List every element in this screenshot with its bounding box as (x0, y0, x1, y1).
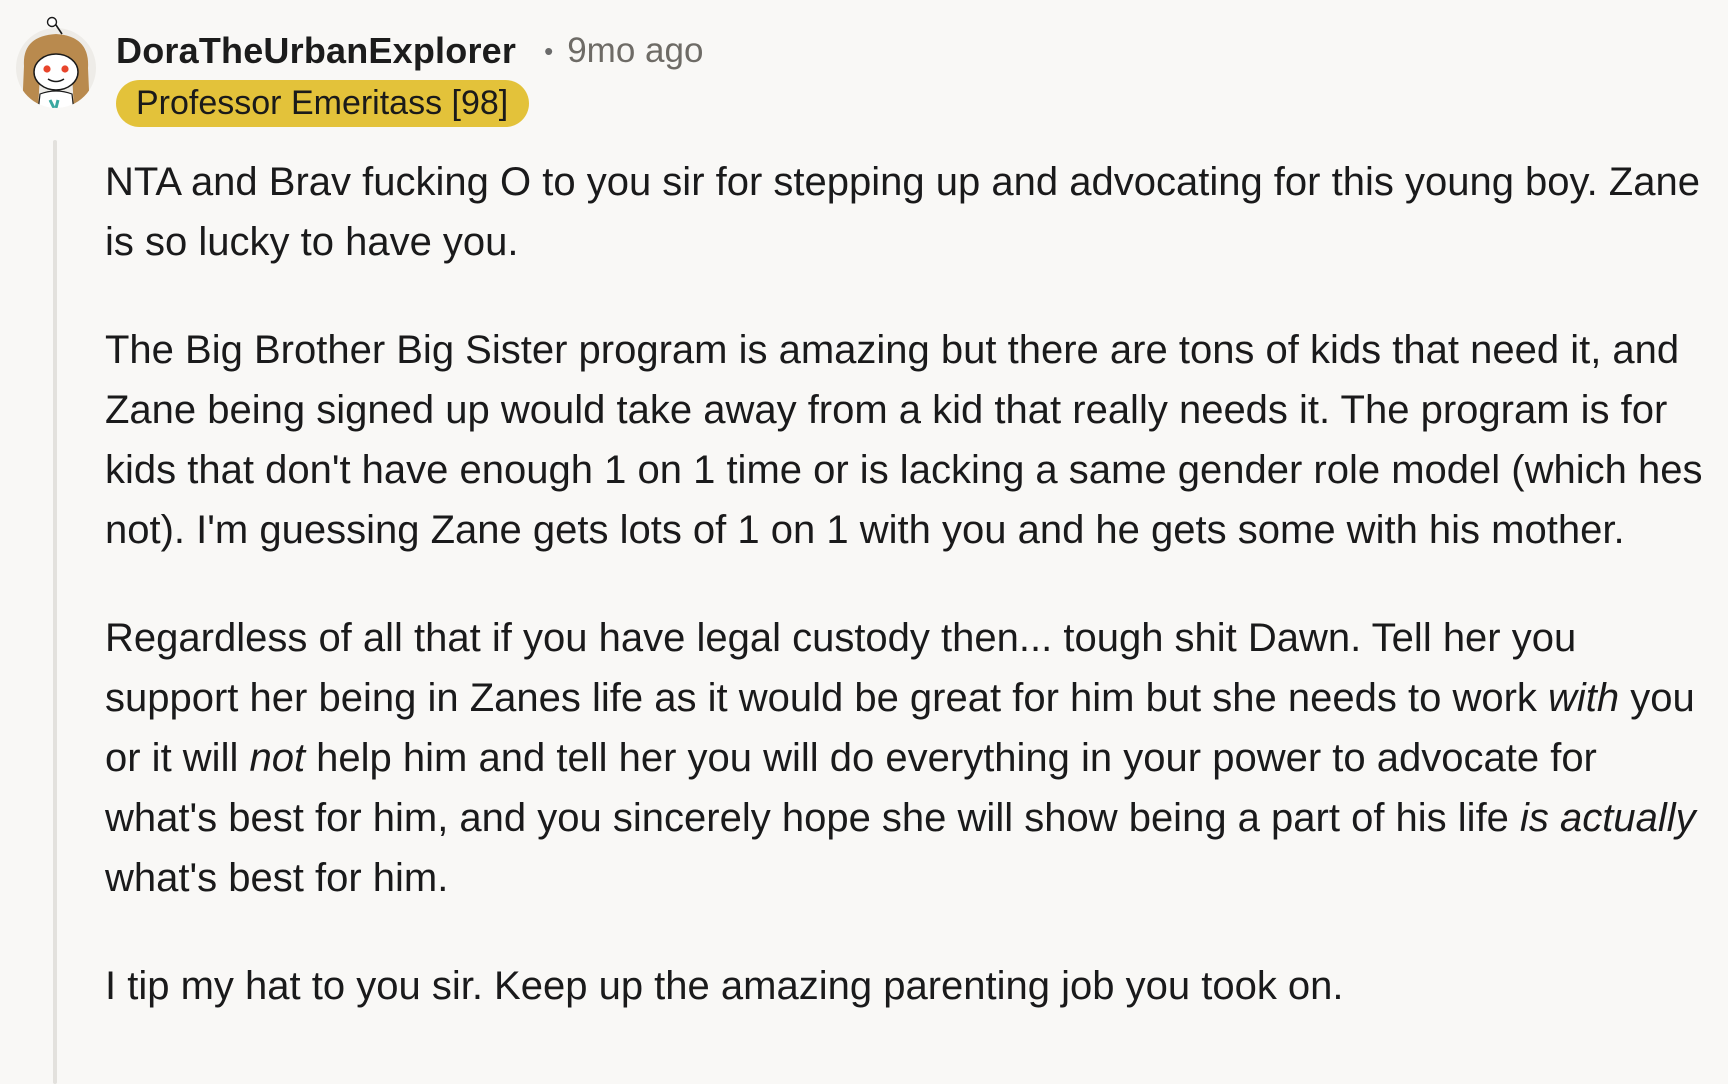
comment-paragraph-3: Regardless of all that if you have legal… (105, 608, 1705, 908)
comment-header: DoraTheUrbanExplorer • 9mo ago (116, 26, 703, 76)
timestamp-link[interactable]: 9mo ago (567, 31, 703, 71)
paragraph-3-text-e: help him and tell her you will do everyt… (105, 736, 1597, 840)
comment-paragraph-2: The Big Brother Big Sister program is am… (105, 328, 1703, 552)
username-link[interactable]: DoraTheUrbanExplorer (116, 30, 516, 72)
meta-separator: • (544, 35, 554, 66)
thread-collapse-line[interactable] (53, 140, 57, 1084)
comment-body: NTA and Brav fucking O to you sir for st… (105, 152, 1705, 1016)
snoo-avatar-icon[interactable] (10, 16, 102, 112)
paragraph-3-text-a: Regardless of all that if you have legal… (105, 616, 1577, 720)
emphasis-with: with (1548, 676, 1620, 720)
paragraph-3-text-g: what's best for him. (105, 856, 449, 900)
user-flair-badge: Professor Emeritass [98] (116, 80, 530, 127)
comment-paragraph-1: NTA and Brav fucking O to you sir for st… (105, 160, 1700, 264)
emphasis-not: not (249, 736, 306, 780)
comment: DoraTheUrbanExplorer • 9mo ago Professor… (0, 0, 1728, 1084)
comment-paragraph-4: I tip my hat to you sir. Keep up the ama… (105, 964, 1344, 1008)
emphasis-is-actually: is actually (1520, 796, 1696, 840)
